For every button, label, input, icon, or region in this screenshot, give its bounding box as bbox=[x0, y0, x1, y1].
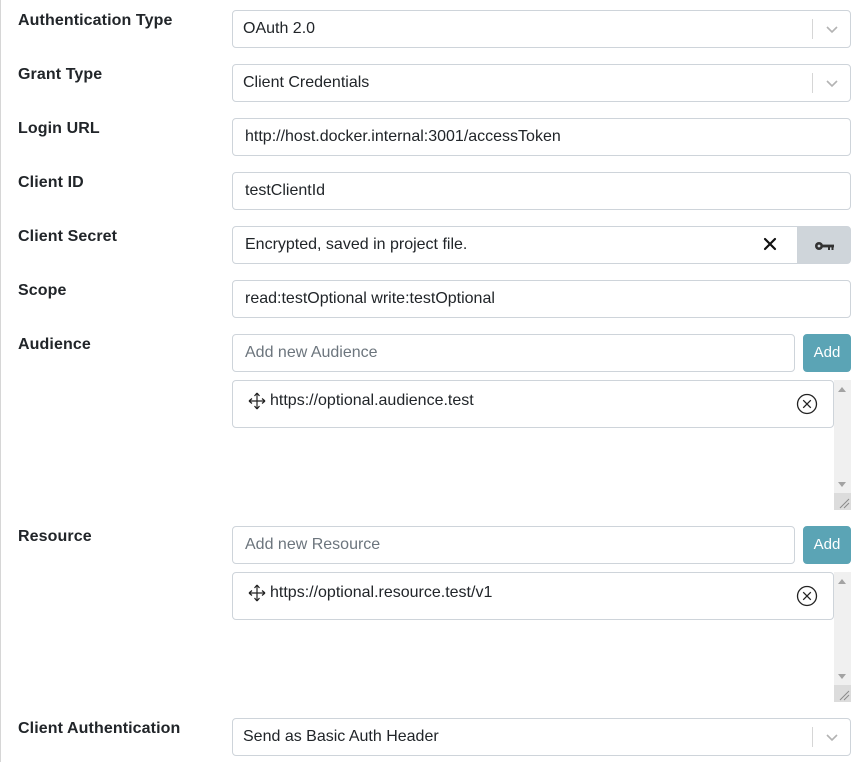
scroll-up-arrow[interactable] bbox=[838, 579, 846, 584]
client-auth-label: Client Authentication bbox=[18, 720, 181, 737]
audience-add-input[interactable]: Add new Audience bbox=[232, 334, 795, 372]
login-url-label: Login URL bbox=[18, 120, 100, 137]
chevron-down-icon[interactable] bbox=[824, 729, 840, 745]
auth-type-select[interactable]: OAuth 2.0 bbox=[232, 10, 851, 48]
resize-grip-icon[interactable] bbox=[834, 493, 851, 510]
client-id-label: Client ID bbox=[18, 174, 84, 191]
resource-add-input[interactable]: Add new Resource bbox=[232, 526, 795, 564]
close-icon[interactable] bbox=[763, 237, 777, 251]
auth-type-value: OAuth 2.0 bbox=[243, 20, 316, 37]
client-secret-label: Client Secret bbox=[18, 228, 118, 245]
select-separator bbox=[812, 727, 813, 747]
key-icon bbox=[815, 242, 834, 250]
resource-placeholder: Add new Resource bbox=[245, 536, 381, 553]
remove-circle-icon[interactable] bbox=[796, 585, 818, 607]
list-item[interactable]: https://optional.audience.test bbox=[232, 380, 834, 428]
add-audience-button[interactable]: Add bbox=[803, 334, 851, 372]
auth-settings-panel: Authentication Type OAuth 2.0 Grant Type… bbox=[0, 0, 857, 762]
grant-type-value: Client Credentials bbox=[243, 74, 370, 91]
scope-label: Scope bbox=[18, 282, 67, 299]
move-icon[interactable] bbox=[248, 584, 266, 602]
resource-label: Resource bbox=[18, 528, 92, 545]
scroll-up-arrow[interactable] bbox=[838, 387, 846, 392]
select-separator bbox=[812, 73, 813, 93]
audience-placeholder: Add new Audience bbox=[245, 344, 378, 361]
audience-label: Audience bbox=[18, 336, 91, 353]
scrollbar[interactable] bbox=[834, 380, 851, 510]
audience-item-text: https://optional.audience.test bbox=[270, 392, 474, 409]
client-id-input[interactable]: testClientId bbox=[232, 172, 851, 210]
grant-type-label: Grant Type bbox=[18, 66, 103, 83]
move-icon[interactable] bbox=[248, 392, 266, 410]
resize-grip-icon[interactable] bbox=[834, 685, 851, 702]
audience-list[interactable]: https://optional.audience.test bbox=[232, 380, 851, 510]
resource-list[interactable]: https://optional.resource.test/v1 bbox=[232, 572, 851, 702]
grant-type-select[interactable]: Client Credentials bbox=[232, 64, 851, 102]
resource-item-text: https://optional.resource.test/v1 bbox=[270, 584, 493, 601]
key-button[interactable] bbox=[797, 226, 851, 264]
chevron-down-icon[interactable] bbox=[824, 75, 840, 91]
remove-circle-icon[interactable] bbox=[796, 393, 818, 415]
chevron-down-icon[interactable] bbox=[824, 21, 840, 37]
client-auth-select[interactable]: Send as Basic Auth Header bbox=[232, 718, 851, 756]
scroll-down-arrow[interactable] bbox=[838, 674, 846, 679]
select-separator bbox=[812, 19, 813, 39]
scroll-down-arrow[interactable] bbox=[838, 482, 846, 487]
add-resource-button[interactable]: Add bbox=[803, 526, 851, 564]
list-item[interactable]: https://optional.resource.test/v1 bbox=[232, 572, 834, 620]
scrollbar[interactable] bbox=[834, 572, 851, 702]
client-secret-input[interactable]: Encrypted, saved in project file. bbox=[232, 226, 798, 264]
scope-input[interactable]: read:testOptional write:testOptional bbox=[232, 280, 851, 318]
auth-type-label: Authentication Type bbox=[18, 12, 173, 29]
client-auth-value: Send as Basic Auth Header bbox=[243, 728, 439, 745]
login-url-input[interactable]: http://host.docker.internal:3001/accessT… bbox=[232, 118, 851, 156]
